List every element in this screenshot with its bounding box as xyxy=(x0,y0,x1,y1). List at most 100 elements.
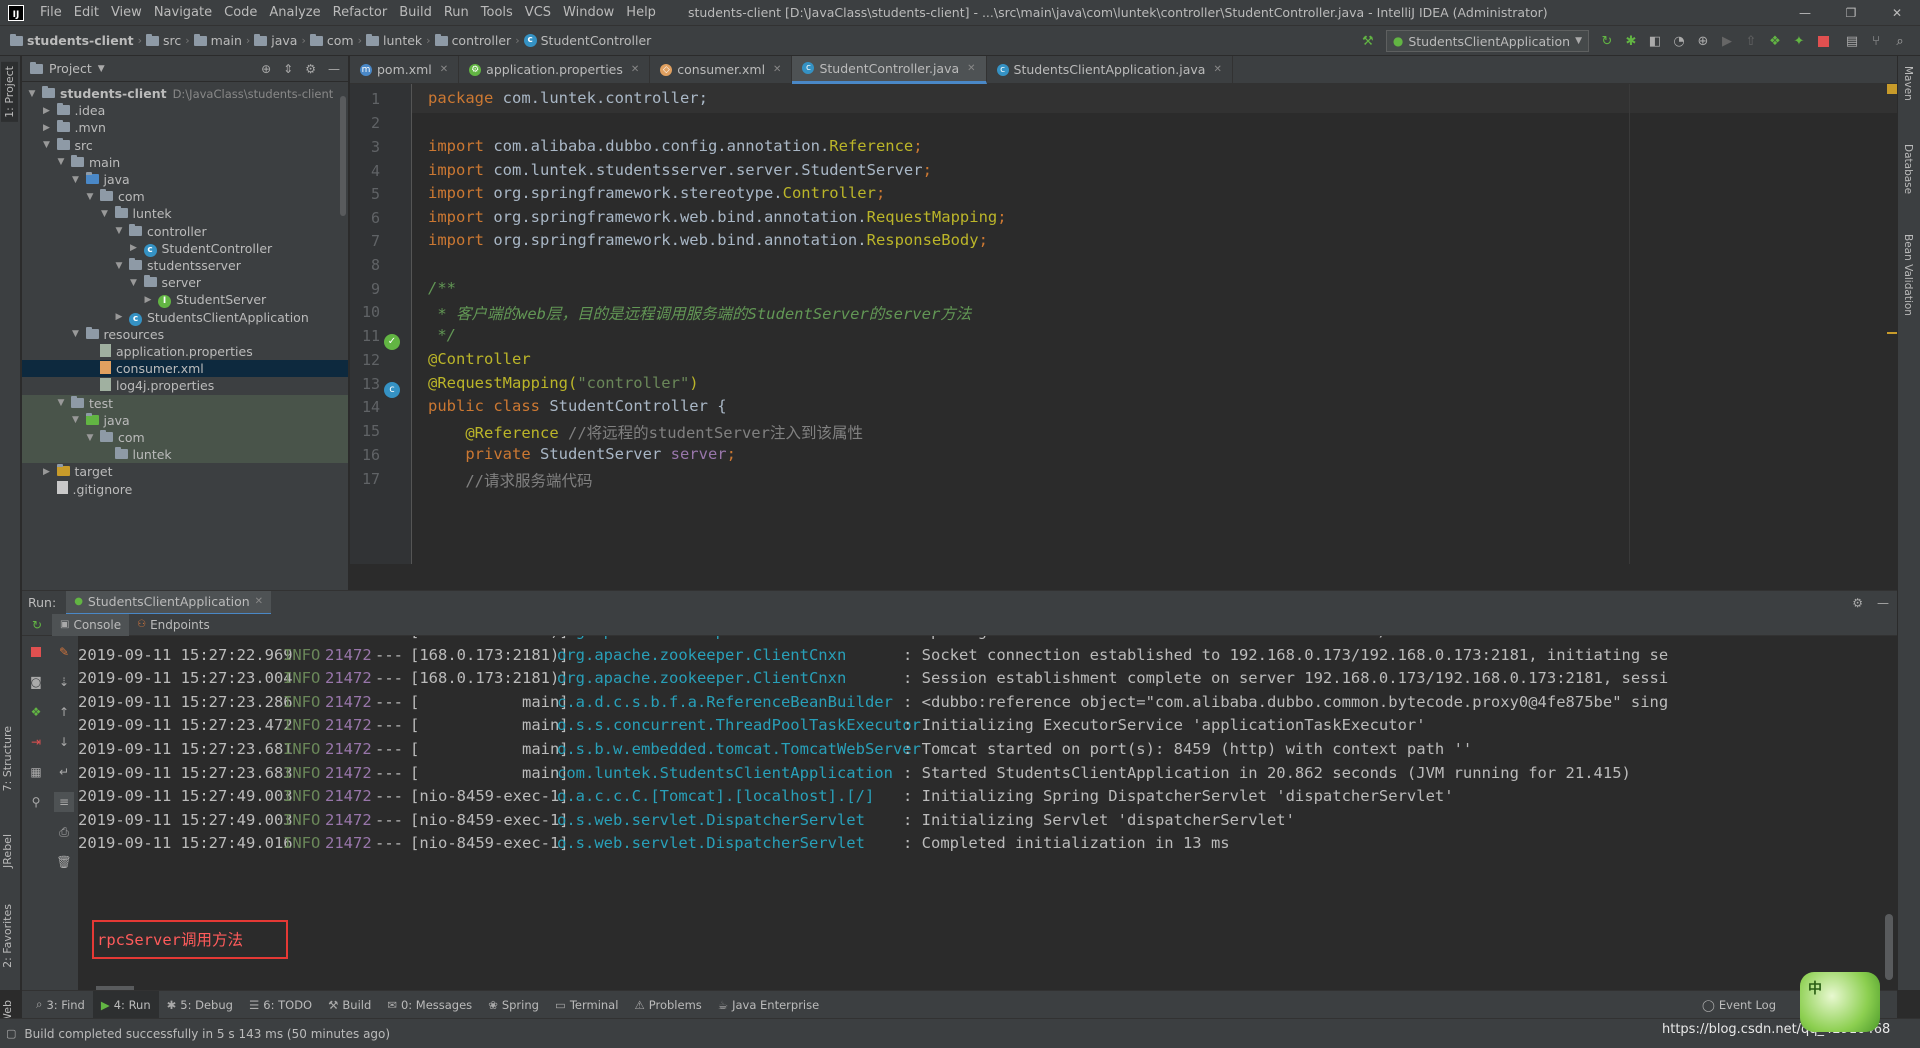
bottom-tab[interactable]: ❀ Spring xyxy=(480,991,547,1019)
chevron-down-icon[interactable]: ▼ xyxy=(55,157,67,167)
chevron-down-icon[interactable]: ▼ xyxy=(99,209,111,219)
tree-item[interactable]: ▼ com xyxy=(84,429,145,446)
run-config-select[interactable]: ● StudentsClientApplication ▼ xyxy=(1385,30,1589,52)
tree-item[interactable]: ▶ .mvn xyxy=(41,119,106,136)
menu-item-view[interactable]: View xyxy=(105,0,148,26)
locate-icon[interactable]: ⊕ xyxy=(261,62,271,76)
chevron-down-icon[interactable]: ▼ xyxy=(41,140,53,150)
chevron-down-icon[interactable]: ▼ xyxy=(113,261,125,271)
up-icon[interactable]: ↑ xyxy=(54,702,74,722)
tree-item[interactable]: ▼ test xyxy=(55,395,113,412)
build-project-icon[interactable]: ▤ xyxy=(1843,32,1861,50)
chevron-down-icon[interactable]: ▼ xyxy=(70,175,82,185)
ime-indicator[interactable]: 中 xyxy=(1800,972,1880,1032)
bottom-tab[interactable]: ⚒ Build xyxy=(320,991,379,1019)
menu-item-refactor[interactable]: Refactor xyxy=(327,0,394,26)
breadcrumb-item[interactable]: java xyxy=(250,33,301,48)
menu-item-analyze[interactable]: Analyze xyxy=(263,0,326,26)
bottom-tab[interactable]: ☕ Java Enterprise xyxy=(710,991,827,1019)
editor-tab[interactable]: c StudentController.java ✕ xyxy=(792,55,987,84)
clear-icon[interactable]: 🗑 xyxy=(54,852,74,872)
chevron-down-icon[interactable]: ▼ xyxy=(84,192,96,202)
endpoints-tab[interactable]: ⚇ Endpoints xyxy=(129,614,218,636)
minimize-icon[interactable]: — xyxy=(1782,6,1828,20)
bottom-tab[interactable]: ⌕ 3: Find xyxy=(28,991,93,1019)
console-output[interactable]: 2019-09-11 15:27:22.967INFO21472---[168.… xyxy=(78,636,1897,990)
run-config-tab[interactable]: ● StudentsClientApplication ✕ xyxy=(66,590,272,615)
bottom-tab[interactable]: ☰ 6: TODO xyxy=(241,991,320,1019)
soft-wrap-icon[interactable]: ↵ xyxy=(54,762,74,782)
chevron-right-icon[interactable]: ▶ xyxy=(142,295,154,305)
editor-tab[interactable]: c StudentsClientApplication.java ✕ xyxy=(987,55,1233,84)
tree-item[interactable]: ▶ I StudentServer xyxy=(142,291,266,309)
close-icon[interactable]: ✕ xyxy=(1874,6,1920,20)
menu-item-tools[interactable]: Tools xyxy=(475,0,519,26)
debug-icon[interactable]: ✱ xyxy=(1622,32,1640,50)
chevron-down-icon[interactable]: ▼ xyxy=(55,398,67,408)
stop-icon[interactable] xyxy=(1814,32,1832,50)
hide-icon[interactable]: — xyxy=(328,62,340,76)
scroll-to-end-icon[interactable]: ≡ xyxy=(54,792,74,812)
tree-item[interactable]: ▼ studentsserver xyxy=(113,257,241,274)
close-tab-icon[interactable]: ✕ xyxy=(631,64,639,75)
tree-item[interactable]: ▼ controller xyxy=(113,223,207,240)
bottom-tab[interactable]: ✉ 0: Messages xyxy=(379,991,480,1019)
print-icon[interactable]: ⎙ xyxy=(54,822,74,842)
maven-tool-tab[interactable]: Maven xyxy=(1902,66,1914,101)
editor-tab[interactable]: m pom.xml ✕ xyxy=(350,55,460,84)
tree-item[interactable]: ▼ src xyxy=(41,137,93,154)
menu-item-help[interactable]: Help xyxy=(620,0,662,26)
menu-item-code[interactable]: Code xyxy=(218,0,263,26)
exit-icon[interactable]: ⇥ xyxy=(26,732,46,752)
tree-item[interactable]: ▶ .idea xyxy=(41,102,105,119)
maximize-icon[interactable]: ❐ xyxy=(1828,6,1874,20)
menu-item-vcs[interactable]: VCS xyxy=(519,0,557,26)
tree-item[interactable]: ▼ com xyxy=(84,188,145,205)
breadcrumb-item[interactable]: luntek xyxy=(362,33,426,48)
rerun-icon[interactable]: ↻ xyxy=(22,618,52,632)
chevron-right-icon[interactable]: ▶ xyxy=(41,467,53,477)
menu-item-edit[interactable]: Edit xyxy=(68,0,105,26)
down-icon[interactable]: ↓ xyxy=(54,732,74,752)
database-tool-tab[interactable]: Database xyxy=(1902,144,1914,194)
chevron-down-icon[interactable]: ▼ xyxy=(70,329,82,339)
tree-item[interactable]: ▶ target xyxy=(41,463,113,480)
editor-tab[interactable]: ◇ consumer.xml ✕ xyxy=(650,55,793,84)
console-tab[interactable]: ▣ Console xyxy=(52,613,130,636)
status-toggle-icon[interactable]: ▢ xyxy=(6,1027,16,1040)
coverage-icon[interactable]: ◧ xyxy=(1646,32,1664,50)
tree-item[interactable]: application.properties xyxy=(84,343,253,360)
breadcrumb-item[interactable]: students-client xyxy=(6,33,138,48)
tree-item[interactable]: consumer.xml xyxy=(84,360,204,377)
bottom-tab[interactable]: ✱ 5: Debug xyxy=(159,991,241,1019)
breadcrumb-item[interactable]: controller xyxy=(431,33,516,48)
bottom-tab[interactable]: ▶ 4: Run xyxy=(92,990,159,1019)
jrebel-run-icon[interactable]: ❖ xyxy=(1766,32,1784,50)
bottom-tab[interactable]: ▭ Terminal xyxy=(547,991,626,1019)
spring-controller-gutter-icon[interactable]: c xyxy=(384,382,400,398)
update-icon[interactable]: ⇧ xyxy=(1742,32,1760,50)
project-panel-title[interactable]: Project xyxy=(49,61,92,76)
tree-item[interactable]: log4j.properties xyxy=(84,377,214,394)
close-tab-icon[interactable]: ✕ xyxy=(255,596,263,607)
bottom-tab[interactable]: ⚠ Problems xyxy=(626,991,709,1019)
attach-icon[interactable]: ⊕ xyxy=(1694,32,1712,50)
collapse-all-icon[interactable]: ⇕ xyxy=(283,62,293,76)
menu-item-run[interactable]: Run xyxy=(438,0,475,26)
close-tab-icon[interactable]: ✕ xyxy=(967,63,975,74)
chevron-right-icon[interactable]: ▶ xyxy=(113,312,125,322)
chevron-right-icon[interactable]: ▶ xyxy=(128,243,140,253)
project-tool-tab[interactable]: 1: Project xyxy=(1,62,18,122)
stop-icon[interactable] xyxy=(26,642,46,662)
chevron-down-icon[interactable]: ▼ xyxy=(128,278,140,288)
menu-item-file[interactable]: File xyxy=(34,0,68,26)
tree-item[interactable]: ▼ server xyxy=(128,274,201,291)
scroll-end-icon[interactable]: ⇣ xyxy=(54,672,74,692)
event-log-tab[interactable]: ◯ Event Log xyxy=(1702,991,1776,1019)
jrebel-debug-icon[interactable]: ✦ xyxy=(1790,32,1808,50)
tree-item[interactable]: ▶ c StudentController xyxy=(128,240,272,257)
editor-tab[interactable]: ⚙ application.properties ✕ xyxy=(459,55,651,84)
tree-item[interactable]: ▶ c StudentsClientApplication xyxy=(113,309,309,326)
tree-item[interactable]: ▼ java xyxy=(70,171,130,188)
breadcrumb-item[interactable]: main xyxy=(190,33,246,48)
